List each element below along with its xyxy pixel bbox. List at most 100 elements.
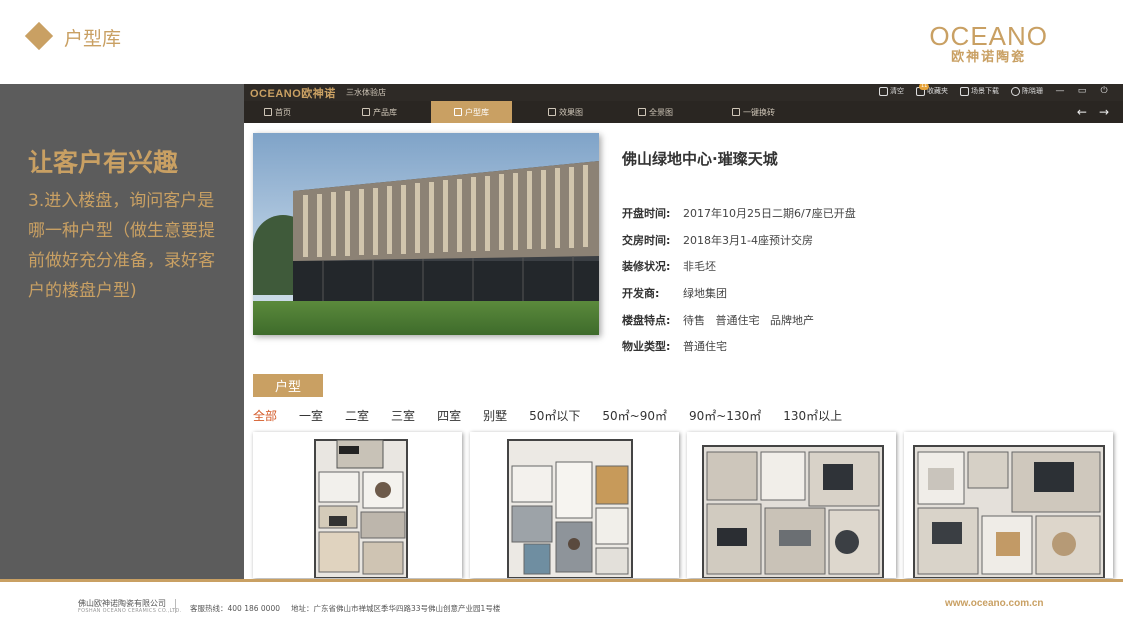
filter-over-130[interactable]: 130㎡以上 — [783, 407, 842, 424]
photo-building — [293, 161, 599, 311]
tab-renderings-label: 效果图 — [559, 107, 583, 117]
clear-label: 清空 — [890, 87, 904, 95]
slide-footer: 佛山欧神诺陶瓷有限公司 FOSHAN OCEANO CERAMICS CO.,L… — [0, 582, 1123, 631]
nav-arrows: ← → — [1077, 105, 1109, 119]
photo-lawn — [253, 301, 599, 335]
left-body: 3.进入楼盘，询问客户是哪一种户型（做生意要提前做好充分准备，录好客户的楼盘户型… — [28, 191, 215, 301]
footer-address: 地址：广东省佛山市禅城区季华四路33号佛山创意产业园1号楼 — [291, 604, 501, 613]
filter-90-130[interactable]: 90㎡~130㎡ — [689, 407, 761, 424]
tab-home[interactable]: 首页 — [256, 101, 299, 123]
favorites-label: 收藏夹 — [927, 87, 948, 95]
info-label: 开发商: — [622, 287, 660, 301]
favorites-button[interactable]: 11 收藏夹 — [916, 84, 948, 96]
info-value: 非毛坯 — [683, 260, 716, 274]
info-row: 装修状况: 非毛坯 — [622, 253, 856, 280]
filter-under-50[interactable]: 50㎡以下 — [529, 407, 580, 424]
panorama-icon — [638, 108, 646, 116]
restore-button[interactable]: ▭ — [1077, 86, 1087, 96]
unit-type-section-label: 户型 — [253, 374, 323, 397]
app-window: OCEANO欧神诺 三水体验店 清空 11 收藏夹 场景下载 陈晓珊 — ▭ ⏻ — [244, 84, 1123, 581]
scene-download-label: 场景下载 — [971, 87, 999, 95]
tab-products-label: 产品库 — [373, 107, 397, 117]
info-row: 交房时间: 2018年3月1-4座预计交房 — [622, 227, 856, 254]
app-logo: OCEANO欧神诺 — [250, 88, 336, 100]
slide-header: 户型库 OCEANO 欧神诺陶瓷 — [0, 0, 1123, 84]
floorplan-card[interactable] — [470, 432, 679, 578]
property-info: 开盘时间: 2017年10月25日二期6/7座已开盘 交房时间: 2018年3月… — [622, 200, 856, 360]
floorplan-card[interactable] — [904, 432, 1113, 578]
download-icon — [960, 86, 969, 96]
app-navbar: 首页 产品库 户型库 效果图 全景图 一键换砖 ← → — [244, 101, 1123, 123]
brand-logo: OCEANO 欧神诺陶瓷 — [929, 22, 1048, 66]
tab-panorama-label: 全景图 — [649, 107, 673, 117]
info-row: 开发商: 绿地集团 — [622, 280, 856, 307]
floorplan-icon — [454, 108, 462, 116]
tab-tile-swap-label: 一键换砖 — [743, 107, 775, 117]
scene-download-button[interactable]: 场景下载 — [960, 86, 999, 96]
info-label: 装修状况: — [622, 260, 671, 274]
clear-icon — [879, 86, 888, 96]
floorplan-image — [470, 432, 679, 578]
footer-website-link[interactable]: www.oceano.com.cn — [945, 598, 1044, 609]
filter-all[interactable]: 全部 — [253, 407, 277, 424]
info-value: 2017年10月25日二期6/7座已开盘 — [683, 207, 856, 221]
app-titlebar: OCEANO欧神诺 三水体验店 清空 11 收藏夹 场景下载 陈晓珊 — ▭ ⏻ — [244, 84, 1123, 101]
floorplan-gallery — [253, 432, 1118, 581]
info-row: 开盘时间: 2017年10月25日二期6/7座已开盘 — [622, 200, 856, 227]
tab-panorama[interactable]: 全景图 — [630, 101, 681, 123]
tab-products[interactable]: 产品库 — [354, 101, 405, 123]
tab-renderings[interactable]: 效果图 — [540, 101, 591, 123]
footer-company-en: FOSHAN OCEANO CERAMICS CO.,LTD. — [78, 608, 182, 614]
filter-four-room[interactable]: 四室 — [437, 407, 461, 424]
info-value: 待售 普通住宅 品牌地产 — [683, 313, 814, 327]
filter-one-room[interactable]: 一室 — [299, 407, 323, 424]
user-name: 陈晓珊 — [1022, 87, 1043, 95]
floorplan-card[interactable] — [253, 432, 462, 578]
clear-button[interactable]: 清空 — [879, 86, 904, 96]
filter-villa[interactable]: 别墅 — [483, 407, 507, 424]
filter-two-room[interactable]: 二室 — [345, 407, 369, 424]
filter-three-room[interactable]: 三室 — [391, 407, 415, 424]
minimize-button[interactable]: — — [1055, 86, 1065, 96]
info-row: 楼盘特点: 待售 普通住宅 品牌地产 — [622, 306, 856, 333]
unit-type-filters: 全部 一室 二室 三室 四室 别墅 50㎡以下 50㎡~90㎡ 90㎡~130㎡… — [253, 407, 864, 424]
info-label: 交房时间: — [622, 233, 671, 247]
info-value: 2018年3月1-4座预计交房 — [683, 233, 813, 247]
brand-name: OCEANO — [929, 21, 1048, 51]
diamond-bullet-icon — [24, 21, 54, 51]
info-label: 开盘时间: — [622, 207, 671, 221]
user-button[interactable]: 陈晓珊 — [1011, 86, 1043, 96]
left-panel: 让客户有兴趣 3.进入楼盘，询问客户是哪一种户型（做生意要提前做好充分准备，录好… — [0, 84, 244, 581]
footer-separator — [175, 599, 176, 613]
slide-title: 户型库 — [64, 28, 122, 50]
floorplan-card[interactable] — [687, 432, 896, 578]
info-value: 绿地集团 — [683, 287, 727, 301]
info-value: 普通住宅 — [683, 340, 727, 354]
user-icon — [1011, 86, 1020, 96]
filter-50-90[interactable]: 50㎡~90㎡ — [602, 407, 667, 424]
top-actions: 清空 11 收藏夹 场景下载 陈晓珊 — ▭ ⏻ — [879, 84, 1109, 96]
swap-icon — [732, 108, 740, 116]
tab-floorplans-label: 户型库 — [465, 107, 489, 117]
brand-cn-name: 欧神诺陶瓷 — [951, 50, 1027, 65]
property-photo — [253, 133, 599, 335]
home-icon — [264, 108, 272, 116]
floorplan-image — [253, 432, 462, 578]
power-button[interactable]: ⏻ — [1099, 86, 1109, 96]
info-label: 楼盘特点: — [622, 313, 671, 327]
store-name: 三水体验店 — [346, 88, 386, 97]
forward-arrow-icon[interactable]: → — [1099, 105, 1109, 119]
tab-floorplans[interactable]: 户型库 — [431, 101, 512, 123]
tab-home-label: 首页 — [275, 107, 291, 117]
info-label: 物业类型: — [622, 340, 671, 354]
back-arrow-icon[interactable]: ← — [1077, 105, 1087, 119]
floorplan-image — [687, 432, 896, 578]
favorites-badge: 11 — [919, 84, 930, 90]
grid-icon — [362, 108, 370, 116]
left-heading: 让客户有兴趣 — [28, 148, 179, 177]
footer-hotline: 客服热线：400 186 0000 — [190, 604, 280, 613]
tab-tile-swap[interactable]: 一键换砖 — [724, 101, 783, 123]
floorplan-image — [904, 432, 1113, 578]
property-name: 佛山绿地中心·璀璨天城 — [622, 150, 778, 168]
image-icon — [548, 108, 556, 116]
